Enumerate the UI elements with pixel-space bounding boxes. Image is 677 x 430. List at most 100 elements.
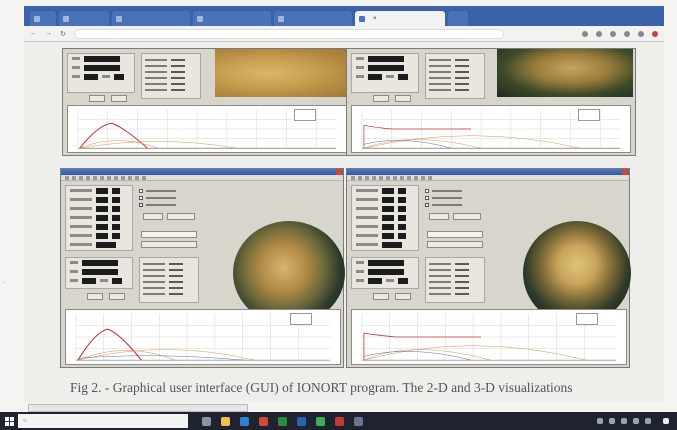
toolbar-icon[interactable]	[421, 175, 425, 180]
close-tab-icon[interactable]: ×	[373, 16, 377, 22]
toolbar-icon[interactable]	[114, 175, 118, 180]
app-icon[interactable]	[259, 416, 268, 426]
compute-button[interactable]	[143, 213, 163, 220]
toolbar-icon[interactable]	[100, 175, 104, 180]
windows-start-icon[interactable]	[0, 412, 18, 430]
reset-button[interactable]	[395, 95, 411, 102]
close-window-icon[interactable]	[622, 169, 628, 175]
word-icon[interactable]	[297, 416, 306, 426]
reset-button[interactable]	[109, 293, 125, 300]
toolbar-icon[interactable]	[358, 175, 362, 180]
browser-tab[interactable]	[274, 11, 352, 26]
toolbar-icon[interactable]	[428, 175, 432, 180]
system-tray	[597, 418, 677, 424]
tab-favicon-icon	[116, 15, 122, 22]
close-window-icon[interactable]	[336, 169, 342, 175]
reset-button[interactable]	[395, 293, 411, 300]
browser-tab-active[interactable]: ×	[355, 11, 445, 26]
model-select[interactable]	[427, 231, 483, 238]
input-panel	[65, 257, 133, 289]
browser-tab[interactable]	[59, 11, 109, 26]
extension-icon[interactable]	[610, 30, 616, 37]
toolbar-icon[interactable]	[414, 175, 418, 180]
toolbar-icon[interactable]	[372, 175, 376, 180]
option-checkbox[interactable]	[425, 194, 462, 201]
toolbar-icon[interactable]	[128, 175, 132, 180]
window-toolbar	[61, 175, 343, 181]
plot-legend	[578, 109, 600, 121]
status-url-tooltip	[28, 404, 248, 412]
reload-icon[interactable]: ↻	[60, 30, 66, 38]
run-button[interactable]	[87, 293, 103, 300]
options-checklist	[425, 187, 462, 208]
toolbar-icon[interactable]	[135, 175, 139, 180]
toolbar-icon[interactable]	[393, 175, 397, 180]
network-icon[interactable]	[621, 418, 627, 424]
edge-browser-icon[interactable]	[240, 416, 249, 426]
run-button[interactable]	[373, 95, 389, 102]
taskbar-apps	[202, 416, 363, 426]
toolbar-icon[interactable]	[386, 175, 390, 180]
option-checkbox[interactable]	[425, 201, 462, 208]
toolbar-icon[interactable]	[86, 175, 90, 180]
back-icon[interactable]: ←	[30, 30, 37, 37]
new-tab-button[interactable]	[448, 11, 468, 26]
tray-icon[interactable]	[597, 418, 603, 424]
app-icon[interactable]	[335, 416, 344, 426]
option-checkbox[interactable]	[139, 187, 176, 194]
tab-favicon-icon	[197, 15, 203, 22]
map-view[interactable]	[215, 49, 349, 97]
browser-tab[interactable]	[112, 11, 190, 26]
option-checkbox[interactable]	[139, 201, 176, 208]
battery-icon[interactable]	[645, 418, 651, 424]
load-button[interactable]	[427, 241, 483, 248]
toolbar-icon[interactable]	[65, 175, 69, 180]
forward-icon[interactable]: →	[45, 30, 52, 37]
option-checkbox[interactable]	[425, 187, 462, 194]
model-select[interactable]	[141, 231, 197, 238]
browser-tab[interactable]	[193, 11, 271, 26]
toolbar-icon[interactable]	[72, 175, 76, 180]
notifications-icon[interactable]	[663, 418, 669, 424]
run-button[interactable]	[89, 95, 105, 102]
compute-button[interactable]	[429, 213, 449, 220]
tab-favicon-icon	[278, 15, 284, 22]
extension-icon[interactable]	[638, 30, 644, 37]
ionort-window-3d-bottom	[346, 168, 631, 368]
toolbar-icon[interactable]	[379, 175, 383, 180]
toolbar-icon[interactable]	[93, 175, 97, 180]
toolbar-icon[interactable]	[121, 175, 125, 180]
load-button[interactable]	[141, 241, 197, 248]
option-checkbox[interactable]	[139, 194, 176, 201]
extension-icon[interactable]	[624, 30, 630, 37]
toolbar-icon[interactable]	[142, 175, 146, 180]
toolbar-icon[interactable]	[407, 175, 411, 180]
ionort-window-2d-top	[62, 48, 352, 156]
figure-caption: Fig 2. - Graphical user interface (GUI) …	[70, 380, 573, 395]
reset-button[interactable]	[111, 95, 127, 102]
volume-icon[interactable]	[633, 418, 639, 424]
toolbar-icon[interactable]	[400, 175, 404, 180]
run-button[interactable]	[373, 293, 389, 300]
toolbar-icon[interactable]	[365, 175, 369, 180]
settings-button[interactable]	[167, 213, 195, 220]
profile-icon[interactable]	[652, 30, 658, 37]
input-panel	[351, 257, 419, 289]
toolbar-icon[interactable]	[107, 175, 111, 180]
parameter-panel	[351, 185, 419, 251]
tray-icon[interactable]	[609, 418, 615, 424]
settings-button[interactable]	[453, 213, 481, 220]
toolbar-icon[interactable]	[351, 175, 355, 180]
taskbar-search-box[interactable]: ○	[18, 414, 188, 428]
extension-icon[interactable]	[582, 30, 588, 37]
url-field[interactable]	[73, 28, 504, 39]
globe-view[interactable]	[497, 49, 633, 97]
browser-tab[interactable]	[30, 11, 56, 26]
toolbar-icon[interactable]	[79, 175, 83, 180]
app-icon[interactable]	[354, 416, 363, 426]
excel-icon[interactable]	[278, 416, 287, 426]
task-view-icon[interactable]	[202, 416, 211, 426]
file-explorer-icon[interactable]	[221, 416, 230, 426]
chrome-icon[interactable]	[316, 416, 325, 426]
extension-icon[interactable]	[596, 30, 602, 37]
